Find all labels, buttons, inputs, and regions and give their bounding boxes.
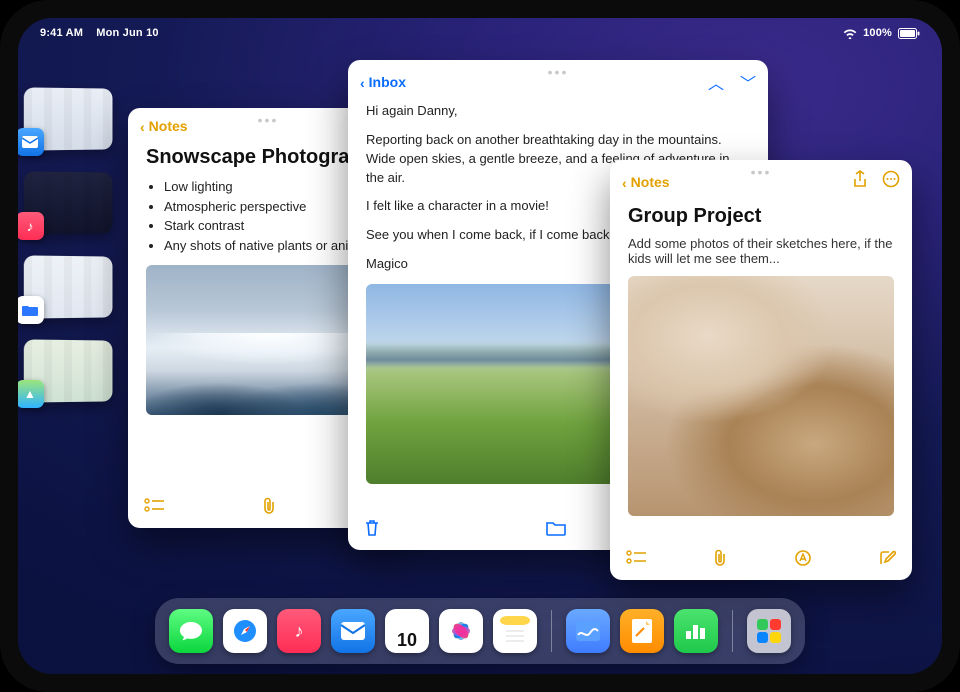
calendar-day: 10 xyxy=(397,631,417,649)
folder-icon[interactable] xyxy=(546,520,566,541)
app-library-icon[interactable] xyxy=(747,609,791,653)
compose-icon[interactable] xyxy=(878,549,896,572)
status-left: 9:41 AM Mon Jun 10 xyxy=(40,27,159,39)
wifi-icon xyxy=(843,28,857,39)
checklist-icon[interactable] xyxy=(626,550,646,571)
note-subtext: Add some photos of their sketches here, … xyxy=(628,236,894,266)
window-handle-icon[interactable]: ••• xyxy=(258,112,279,128)
stage-manager-strip: ♪ ▲ xyxy=(24,88,118,402)
back-label: Inbox xyxy=(369,74,406,90)
files-app-icon xyxy=(18,296,44,324)
chevron-left-icon: ‹ xyxy=(622,175,627,191)
more-icon[interactable] xyxy=(882,170,900,193)
chevron-down-icon[interactable]: ﹀ xyxy=(740,70,756,94)
window-handle-icon[interactable]: ••• xyxy=(548,64,569,80)
attachment-icon[interactable] xyxy=(712,549,728,572)
status-date: Mon Jun 10 xyxy=(96,27,159,39)
messages-app-icon[interactable] xyxy=(169,609,213,653)
stage-item-music[interactable]: ♪ xyxy=(24,172,114,234)
back-button[interactable]: ‹ Notes xyxy=(622,174,670,190)
chevron-left-icon: ‹ xyxy=(140,119,145,135)
safari-app-icon[interactable] xyxy=(223,609,267,653)
chevron-up-icon[interactable]: ︿ xyxy=(708,70,724,94)
trash-icon[interactable] xyxy=(364,519,380,542)
notes2-content: Group Project Add some photos of their s… xyxy=(610,197,912,540)
dock-separator xyxy=(551,610,552,652)
music-app-icon[interactable]: ♪ xyxy=(277,609,321,653)
notes-app-icon[interactable] xyxy=(493,609,537,653)
back-button[interactable]: ‹ Notes xyxy=(140,118,188,134)
mail-app-icon xyxy=(18,128,44,156)
back-label: Notes xyxy=(149,118,188,134)
stage-item-maps[interactable]: ▲ xyxy=(24,340,114,402)
notes2-bottombar xyxy=(610,540,912,580)
maps-app-icon: ▲ xyxy=(18,380,44,408)
pages-app-icon[interactable] xyxy=(620,609,664,653)
status-bar: 9:41 AM Mon Jun 10 100% xyxy=(18,24,942,42)
battery-percent: 100% xyxy=(863,27,892,39)
calendar-app-icon[interactable]: WED 10 xyxy=(385,609,429,653)
photos-app-icon[interactable] xyxy=(439,609,483,653)
dock-separator xyxy=(732,610,733,652)
music-app-icon: ♪ xyxy=(18,212,44,240)
stage-item-mail[interactable] xyxy=(24,88,114,150)
mail-greeting: Hi again Danny, xyxy=(366,102,750,121)
back-button[interactable]: ‹ Inbox xyxy=(360,74,406,90)
notes-window-group-project[interactable]: ••• ‹ Notes Group Project Add some ph xyxy=(610,160,912,580)
status-right: 100% xyxy=(843,27,920,39)
mail-app-icon[interactable] xyxy=(331,609,375,653)
share-icon[interactable] xyxy=(852,170,868,193)
notes2-actions xyxy=(852,170,900,193)
dock: ♪ WED 10 xyxy=(155,598,805,664)
ipad-screen: 9:41 AM Mon Jun 10 100% xyxy=(18,18,942,674)
mail-nav-arrows: ︿ ﹀ xyxy=(708,70,756,94)
markup-icon[interactable] xyxy=(794,549,812,572)
numbers-app-icon[interactable] xyxy=(674,609,718,653)
status-time: 9:41 AM xyxy=(40,27,83,39)
calendar-weekday: WED xyxy=(386,613,428,631)
back-label: Notes xyxy=(631,174,670,190)
attachment-icon[interactable] xyxy=(261,497,277,520)
ipad-device-frame: 9:41 AM Mon Jun 10 100% xyxy=(0,0,960,692)
window-handle-icon[interactable]: ••• xyxy=(751,164,772,180)
battery-icon xyxy=(898,28,920,39)
note-title: Group Project xyxy=(628,205,894,228)
checklist-icon[interactable] xyxy=(144,498,164,519)
note-photo-kids xyxy=(628,276,894,516)
chevron-left-icon: ‹ xyxy=(360,75,365,91)
freeform-app-icon[interactable] xyxy=(566,609,610,653)
stage-item-files[interactable] xyxy=(24,256,114,318)
